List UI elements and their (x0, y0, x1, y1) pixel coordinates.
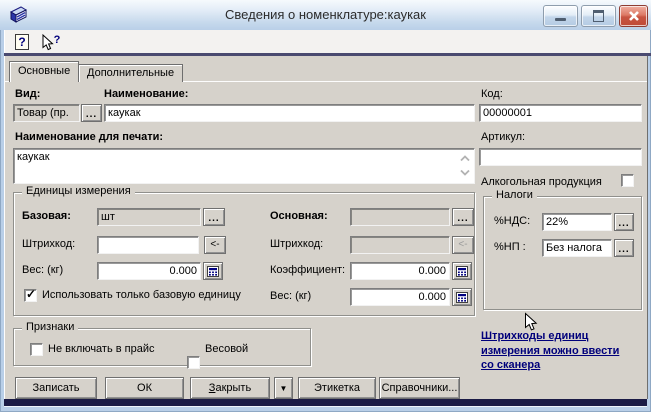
units-group-title: Единицы измерения (22, 185, 135, 197)
close-icon (628, 11, 639, 21)
by-weight-checkbox[interactable]: ✓ (187, 356, 200, 369)
no-price-checkbox[interactable]: ✓ (30, 343, 43, 356)
references-button[interactable]: Справочники... (379, 377, 460, 399)
svg-text:?: ? (54, 34, 61, 46)
only-base-label: Использовать только базовую единицу (42, 289, 241, 301)
restore-button[interactable] (581, 5, 616, 27)
np-field[interactable]: Без налога (542, 239, 612, 257)
calculator-icon (456, 265, 468, 277)
vat-field[interactable]: 22% (542, 213, 612, 231)
code-label: Код: (481, 88, 503, 100)
back-arrow-icon: <- (458, 239, 468, 250)
base-unit-field[interactable]: шт (97, 208, 201, 226)
ellipsis-icon: ... (457, 213, 469, 224)
coeff-calc-button[interactable] (452, 262, 472, 280)
ellipsis-icon: ... (618, 244, 630, 255)
barcode2-label: Штрихкод: (270, 238, 324, 250)
mdi-background-strip (4, 399, 647, 406)
barcode2-scan-button: <- (452, 236, 474, 254)
alcohol-checkbox[interactable]: ✓ (621, 174, 634, 187)
print-name-field[interactable]: каукак (13, 148, 475, 184)
tab-dopolnitelnye[interactable]: Дополнительные (78, 64, 184, 82)
tab-osnovnye[interactable]: Основные (9, 61, 80, 82)
articul-label: Артикул: (481, 131, 526, 143)
name-label: Наименование: (104, 88, 189, 100)
weight2-calc-button[interactable] (452, 288, 472, 306)
weight1-calc-button[interactable] (203, 262, 223, 280)
save-button[interactable]: Записать (15, 377, 97, 399)
vid-label: Вид: (15, 88, 41, 100)
vid-field[interactable]: Товар (пр. (13, 104, 80, 122)
only-base-checkbox[interactable]: ✓ (24, 287, 37, 302)
help-icon[interactable]: ? (13, 33, 31, 51)
label-button[interactable]: Этикетка (298, 377, 376, 399)
frame-highlight (4, 406, 647, 407)
barcode1-field[interactable] (97, 236, 199, 254)
ellipsis-icon: ... (618, 218, 630, 229)
close-button[interactable] (619, 5, 648, 27)
barcode1-label: Штрихкод: (22, 238, 76, 250)
np-label: %НП : (494, 241, 526, 253)
close-dropdown-button[interactable]: ▼ (274, 377, 293, 399)
weight1-label: Вес: (кг) (22, 264, 64, 276)
titlebar: Сведения о номенклатуре:каукак (0, 0, 651, 30)
weight1-field[interactable]: 0.000 (97, 262, 201, 280)
vat-label: %НДС: (494, 215, 531, 227)
barcode2-field (350, 236, 450, 254)
ellipsis-icon: ... (208, 213, 220, 224)
barcode1-scan-button[interactable]: <- (204, 236, 226, 254)
calculator-icon (456, 291, 468, 303)
mouse-cursor-icon (525, 312, 538, 331)
base-unit-label: Базовая: (22, 210, 71, 222)
dialog-client-area: Основные Дополнительные Вид: Наименовани… (4, 56, 648, 399)
weight2-label: Вес: (кг) (270, 290, 312, 302)
ok-button[interactable]: ОК (105, 377, 184, 399)
coeff-field[interactable]: 0.000 (350, 262, 450, 280)
base-unit-browse-button[interactable]: ... (203, 208, 225, 226)
restore-icon (593, 10, 604, 22)
coeff-label: Коэффициент: (270, 264, 346, 276)
by-weight-label: Весовой (205, 343, 249, 355)
context-help-icon[interactable]: ? (40, 33, 64, 51)
vat-browse-button[interactable]: ... (614, 213, 634, 231)
flags-group-title: Признаки (22, 321, 79, 333)
vid-browse-button[interactable]: ... (81, 104, 102, 122)
back-arrow-icon: <- (210, 239, 220, 250)
weight2-field[interactable]: 0.000 (350, 288, 450, 306)
main-unit-browse-button[interactable]: ... (452, 208, 474, 226)
flags-group: Признаки ✓ Не включать в прайс ✓ Весовой (13, 321, 311, 369)
taxes-group: Налоги %НДС: 22% ... %НП : Без налога ..… (483, 189, 642, 310)
code-field[interactable]: 00000001 (479, 104, 642, 122)
minimize-button[interactable] (543, 5, 578, 27)
calculator-icon (207, 265, 219, 277)
check-icon: ✓ (26, 287, 37, 301)
name-field[interactable]: каукак (104, 104, 475, 122)
close-dialog-button[interactable]: Закрыть (190, 377, 270, 399)
no-price-label: Не включать в прайс (48, 343, 155, 355)
np-browse-button[interactable]: ... (614, 239, 634, 257)
print-name-label: Наименование для печати: (15, 131, 164, 143)
scroll-up-icon[interactable] (460, 155, 470, 162)
chevron-down-icon: ▼ (279, 383, 288, 393)
barcode-scanner-hint-link[interactable]: Штрихкоды единиц измерения можно ввести … (481, 329, 647, 373)
articul-field[interactable] (479, 148, 642, 166)
main-unit-field[interactable] (350, 208, 450, 226)
alcohol-label: Алкогольная продукция (481, 176, 602, 188)
minimize-icon (555, 17, 566, 21)
ellipsis-icon: ... (85, 109, 98, 120)
units-group: Единицы измерения Базовая: шт ... Штрихк… (13, 185, 475, 316)
main-unit-label: Основная: (270, 210, 328, 222)
taxes-group-title: Налоги (492, 189, 537, 201)
svg-text:?: ? (18, 35, 25, 49)
scroll-down-icon[interactable] (460, 169, 470, 176)
dialog-toolbar: ? ? (4, 30, 650, 53)
